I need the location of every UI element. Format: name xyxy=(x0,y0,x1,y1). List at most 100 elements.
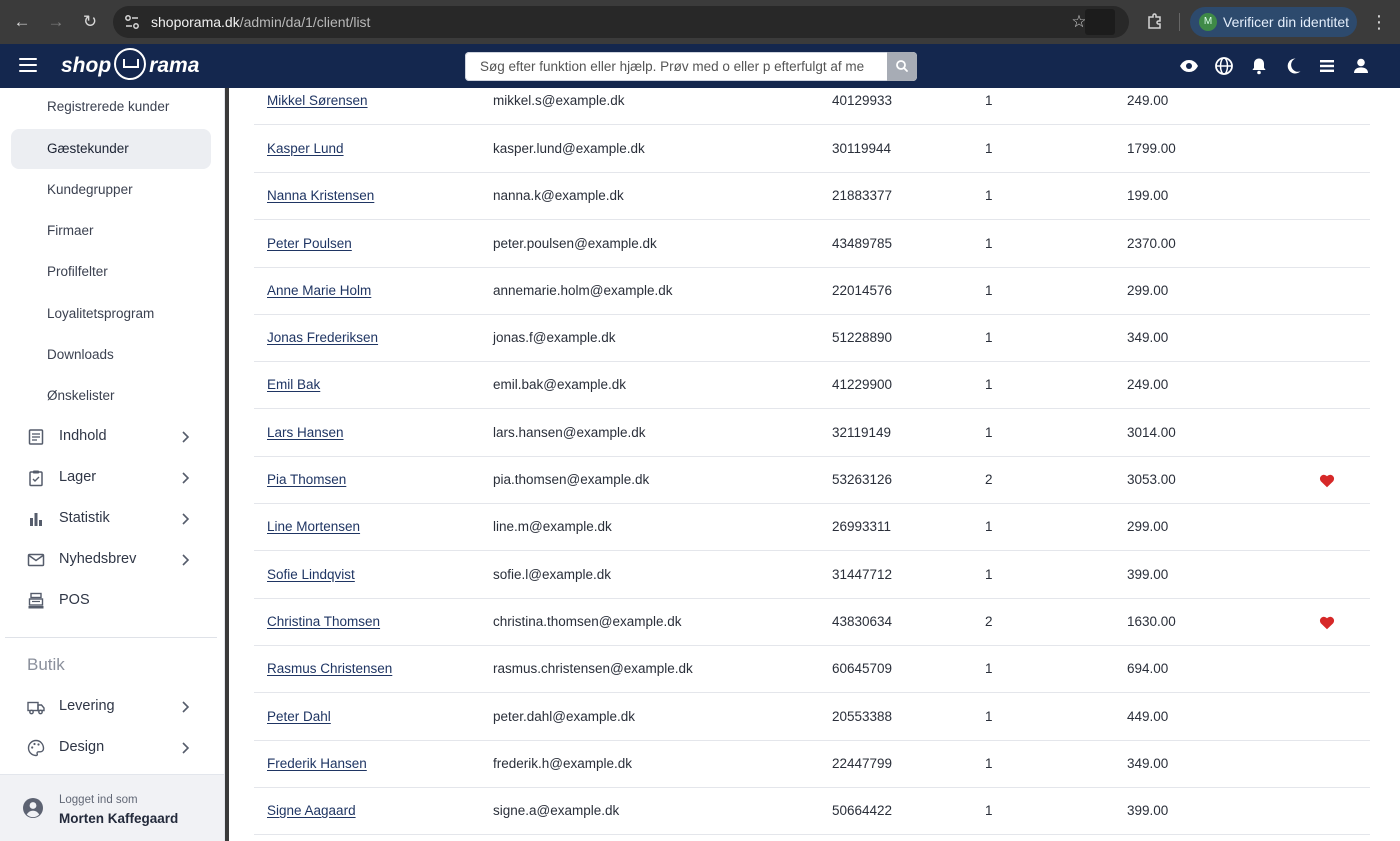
sidebar-item-registrerede-kunder[interactable]: Registrerede kunder xyxy=(11,88,211,127)
customer-email: peter.poulsen@example.dk xyxy=(493,236,657,251)
verify-identity-button[interactable]: M Verificer din identitet xyxy=(1190,7,1357,37)
sidebar-item-pos[interactable]: POS xyxy=(11,581,211,621)
customer-total: 694.00 xyxy=(1127,661,1169,676)
customer-order-count: 1 xyxy=(985,236,993,251)
customer-name-link[interactable]: Frederik Hansen xyxy=(267,756,367,771)
customer-phone: 32119149 xyxy=(832,425,892,440)
sidebar-item-loyalitetsprogram[interactable]: Loyalitetsprogram xyxy=(11,294,211,334)
url-host: shoporama.dk xyxy=(151,14,240,30)
table-row: Rasmus Christensen rasmus.christensen@ex… xyxy=(254,646,1370,693)
stack-icon[interactable] xyxy=(1317,56,1337,76)
customer-email: kasper.lund@example.dk xyxy=(493,141,645,156)
customer-email: frederik.h@example.dk xyxy=(493,756,633,771)
table-row: Mikkel Sørensen mikkel.s@example.dk 4012… xyxy=(254,88,1370,125)
customer-name-link[interactable]: Line Mortensen xyxy=(267,519,360,534)
customer-name-link[interactable]: Lars Hansen xyxy=(267,425,344,440)
sidebar-item-gaestekunder[interactable]: Gæstekunder xyxy=(11,129,211,169)
sidebar-item-label: Loyalitetsprogram xyxy=(47,306,155,321)
sidebar-item-firmaer[interactable]: Firmaer xyxy=(11,211,211,251)
sidebar-item-label: Ønskelister xyxy=(47,388,115,403)
customer-name-link[interactable]: Anne Marie Holm xyxy=(267,283,371,298)
customer-name-link[interactable]: Nanna Kristensen xyxy=(267,188,374,203)
reload-icon[interactable]: ↻ xyxy=(79,11,101,33)
sidebar-item-nyhedsbrev[interactable]: Nyhedsbrev xyxy=(11,540,211,580)
sidebar-item-label: Design xyxy=(59,739,105,755)
customer-order-count: 1 xyxy=(985,803,993,818)
customer-name-link[interactable]: Mikkel Sørensen xyxy=(267,93,368,108)
sidebar-item-indhold[interactable]: Indhold xyxy=(11,417,211,457)
customer-table: Mikkel Sørensen mikkel.s@example.dk 4012… xyxy=(229,88,1400,841)
clipboard-icon xyxy=(29,470,43,487)
logged-in-user[interactable]: Logget ind som Morten Kaffegaard xyxy=(0,774,224,841)
customer-name-link[interactable]: Kasper Lund xyxy=(267,141,344,156)
sidebar-item-downloads[interactable]: Downloads xyxy=(11,335,211,375)
customer-order-count: 1 xyxy=(985,93,993,108)
customer-name-link[interactable]: Signe Aagaard xyxy=(267,803,356,818)
shoporama-logo[interactable]: shop rama xyxy=(61,48,200,82)
search-bar xyxy=(465,52,917,81)
sidebar-item-label: Firmaer xyxy=(47,223,94,238)
table-row: Kasper Lund kasper.lund@example.dk 30119… xyxy=(254,126,1370,173)
heart-icon[interactable] xyxy=(1319,615,1335,630)
logo-text-left: shop xyxy=(61,54,112,77)
customer-email: mikkel.s@example.dk xyxy=(493,93,625,108)
browser-menu-icon[interactable]: ⋮ xyxy=(1370,11,1388,33)
customer-name-link[interactable]: Peter Dahl xyxy=(267,709,331,724)
customer-name-link[interactable]: Pia Thomsen xyxy=(267,472,346,487)
customer-order-count: 1 xyxy=(985,425,993,440)
heart-icon[interactable] xyxy=(1319,473,1335,488)
chevron-right-icon xyxy=(182,554,190,566)
extensions-puzzle-icon[interactable] xyxy=(1145,11,1165,31)
sidebar-item-label: POS xyxy=(59,592,90,608)
table-row: Sofie Lindqvist sofie.l@example.dk 31447… xyxy=(254,552,1370,599)
search-input[interactable] xyxy=(465,52,887,81)
customer-email: signe.a@example.dk xyxy=(493,803,620,818)
customer-total: 1630.00 xyxy=(1127,614,1176,629)
customer-email: sofie.l@example.dk xyxy=(493,567,612,582)
customer-email: rasmus.christensen@example.dk xyxy=(493,661,693,676)
moon-icon[interactable] xyxy=(1283,56,1303,76)
customer-name-link[interactable]: Jonas Frederiksen xyxy=(267,330,378,345)
customer-phone: 22014576 xyxy=(832,283,893,298)
customer-name-link[interactable]: Emil Bak xyxy=(267,377,320,392)
chevron-right-icon xyxy=(182,431,190,443)
customer-total: 449.00 xyxy=(1127,709,1169,724)
user-name: Morten Kaffegaard xyxy=(59,811,179,826)
address-bar[interactable]: shoporama.dk/admin/da/1/client/list ☆ xyxy=(113,6,1129,38)
customer-name-link[interactable]: Rasmus Christensen xyxy=(267,661,392,676)
table-row: Pia Thomsen pia.thomsen@example.dk 53263… xyxy=(254,457,1370,504)
sidebar-item-lager[interactable]: Lager xyxy=(11,458,211,498)
user-icon[interactable] xyxy=(1351,56,1371,76)
sidebar-divider xyxy=(5,637,217,638)
customer-phone: 31447712 xyxy=(832,567,893,582)
sidebar-item-profilfelter[interactable]: Profilfelter xyxy=(11,252,211,292)
customer-phone: 43830634 xyxy=(832,614,893,629)
sidebar-item-label: Profilfelter xyxy=(47,264,108,279)
customer-name-link[interactable]: Sofie Lindqvist xyxy=(267,567,355,582)
logo-text-right: rama xyxy=(149,54,200,77)
hamburger-menu-icon[interactable] xyxy=(19,58,37,74)
customer-name-link[interactable]: Christina Thomsen xyxy=(267,614,380,629)
customer-name-link[interactable]: Peter Poulsen xyxy=(267,236,352,251)
site-settings-icon[interactable] xyxy=(123,13,141,31)
chevron-right-icon xyxy=(182,701,190,713)
sidebar-item-onskelister[interactable]: Ønskelister xyxy=(11,376,211,416)
sidebar-item-kundegrupper[interactable]: Kundegrupper xyxy=(11,170,211,210)
bell-icon[interactable] xyxy=(1249,56,1269,76)
account-circle-icon xyxy=(23,798,43,818)
eye-icon[interactable] xyxy=(1179,56,1199,76)
chevron-right-icon xyxy=(182,472,190,484)
sidebar-item-label: Levering xyxy=(59,698,115,714)
sidebar-item-design[interactable]: Design xyxy=(11,728,211,768)
globe-icon[interactable] xyxy=(1214,56,1234,76)
sidebar-item-label: Statistik xyxy=(59,510,110,526)
forward-arrow-icon[interactable]: → xyxy=(45,11,67,33)
url-text[interactable]: shoporama.dk/admin/da/1/client/list xyxy=(151,14,370,30)
customer-phone: 41229900 xyxy=(832,377,893,392)
sidebar-item-levering[interactable]: Levering xyxy=(11,687,211,727)
sidebar-item-statistik[interactable]: Statistik xyxy=(11,499,211,539)
customer-order-count: 1 xyxy=(985,330,993,345)
customer-total: 249.00 xyxy=(1127,377,1169,392)
search-button[interactable] xyxy=(887,52,917,81)
back-arrow-icon[interactable]: ← xyxy=(11,11,33,33)
